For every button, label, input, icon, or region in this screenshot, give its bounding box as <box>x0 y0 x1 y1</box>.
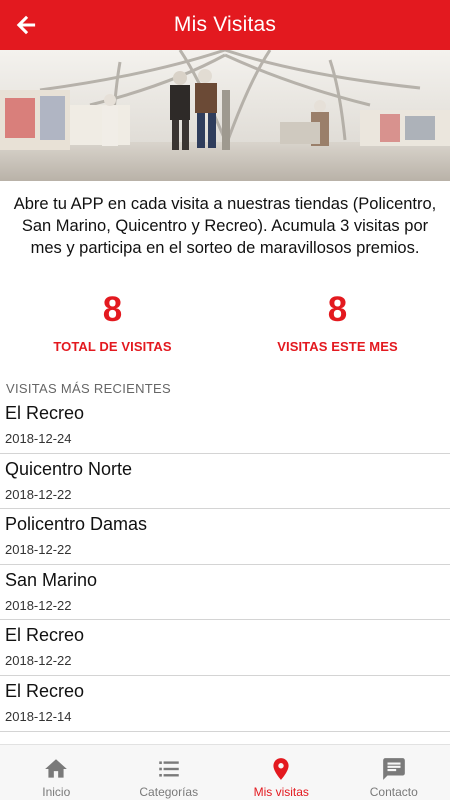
back-button[interactable] <box>6 5 46 45</box>
nav-item-inicio[interactable]: Inicio <box>0 745 113 800</box>
visit-store-name: San Marino <box>5 569 98 590</box>
visit-date: 2018-12-22 <box>5 597 72 613</box>
list-icon <box>156 756 182 782</box>
visit-date: 2018-12-22 <box>5 542 72 558</box>
nav-label: Mis visitas <box>253 785 309 799</box>
recent-visits-list: El Recreo 2018-12-24 Quicentro Norte 201… <box>0 398 450 732</box>
month-visits-stat: 8 VISITAS ESTE MES <box>225 290 450 354</box>
hero-image <box>0 50 450 181</box>
location-pin-icon <box>268 756 294 782</box>
chat-icon <box>381 756 407 782</box>
visit-store-name: El Recreo <box>5 625 85 646</box>
list-item[interactable]: San Marino 2018-12-22 <box>0 565 450 621</box>
store-interior-photo <box>0 50 450 181</box>
intro-text: Abre tu APP en cada visita a nuestras ti… <box>13 195 437 257</box>
visit-stats: 8 TOTAL DE VISITAS 8 VISITAS ESTE MES <box>0 290 450 356</box>
nav-item-categorias[interactable]: Categorías <box>113 745 226 800</box>
nav-item-mis-visitas[interactable]: Mis visitas <box>225 745 338 800</box>
visit-store-name: El Recreo <box>5 680 85 701</box>
month-visits-label: VISITAS ESTE MES <box>277 339 398 354</box>
month-visits-value: 8 <box>327 290 348 329</box>
list-item[interactable]: El Recreo 2018-12-24 <box>0 398 450 454</box>
page-title: Mis Visitas <box>173 13 277 36</box>
app-bar: Mis Visitas <box>0 0 450 50</box>
visit-date: 2018-12-22 <box>5 486 72 502</box>
list-item[interactable]: El Recreo 2018-12-22 <box>0 620 450 676</box>
nav-label: Categorías <box>139 785 199 799</box>
bottom-navigation: Inicio Categorías Mis visitas Contacto <box>0 744 450 800</box>
visit-date: 2018-12-22 <box>5 653 72 669</box>
recent-visits-header: VISITAS MÁS RECIENTES <box>6 381 171 396</box>
list-item[interactable]: Quicentro Norte 2018-12-22 <box>0 454 450 510</box>
arrow-left-icon <box>16 15 36 35</box>
total-visits-value: 8 <box>102 290 123 329</box>
list-item[interactable]: El Recreo 2018-12-14 <box>0 676 450 732</box>
home-icon <box>43 756 69 782</box>
visit-store-name: El Recreo <box>5 403 85 423</box>
nav-label: Contacto <box>369 785 418 799</box>
nav-label: Inicio <box>42 785 71 799</box>
visit-store-name: Quicentro Norte <box>5 458 133 479</box>
total-visits-stat: 8 TOTAL DE VISITAS <box>0 290 225 354</box>
list-item[interactable]: Policentro Damas 2018-12-22 <box>0 509 450 565</box>
visit-store-name: Policentro Damas <box>5 514 148 535</box>
visit-date: 2018-12-14 <box>5 708 72 724</box>
total-visits-label: TOTAL DE VISITAS <box>53 339 172 354</box>
visit-date: 2018-12-24 <box>5 431 72 446</box>
nav-item-contacto[interactable]: Contacto <box>338 745 450 800</box>
